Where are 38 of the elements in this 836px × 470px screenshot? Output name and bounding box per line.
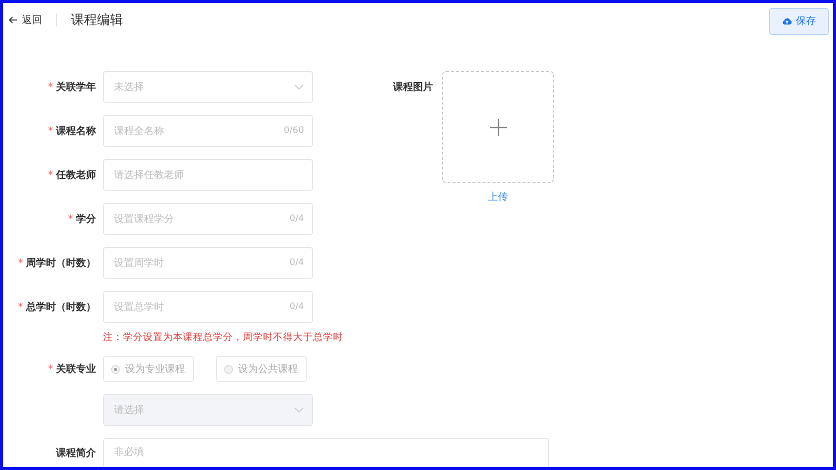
required-mark: * [18, 302, 23, 313]
input-field[interactable]: 设置总学时 0/4 [103, 291, 313, 323]
required-mark: * [48, 364, 53, 375]
required-mark: * [48, 126, 53, 137]
plus-icon [490, 118, 506, 136]
input-field[interactable]: 课程全名称 0/60 [103, 115, 313, 147]
field-label: * 任教老师 [47, 168, 96, 182]
hint-text: 注：学分设置为本课程总学分，周学时不得大于总学时 [103, 331, 343, 344]
image-upload-area[interactable] [442, 71, 554, 183]
cloud-upload-icon [782, 16, 792, 26]
field-label: * 总学时（时数） [17, 300, 96, 314]
back-button[interactable]: 返回 [8, 13, 42, 27]
field-label: * 关联专业 [47, 362, 96, 376]
required-mark: * [68, 214, 73, 225]
field-label: 课程图片 [393, 80, 433, 95]
char-counter: 0/4 [290, 214, 304, 224]
char-counter: 0/60 [284, 126, 304, 136]
field-label: * 学分 [67, 212, 96, 226]
field-label: * 关联学年 [47, 80, 96, 94]
field-label: 课程简介 [54, 446, 96, 460]
chevron-icon [294, 84, 304, 90]
input-field[interactable]: 设置周学时 0/4 [103, 247, 313, 279]
required-mark: * [48, 170, 53, 181]
back-arrow-icon [8, 15, 18, 25]
field-label: * 课程名称 [47, 124, 96, 138]
page-title: 课程编辑 [71, 12, 124, 29]
select-field[interactable]: 未选择 [103, 71, 313, 103]
textarea-field[interactable]: 非必填 [103, 438, 549, 467]
input-field[interactable]: 设置课程学分 0/4 [103, 203, 313, 235]
chevron-icon [294, 407, 304, 413]
char-counter: 0/4 [290, 302, 304, 312]
required-mark: * [18, 258, 23, 269]
required-mark: * [48, 82, 53, 93]
field-label: * 周学时（时数） [17, 256, 96, 270]
input-field[interactable]: 请选择任教老师 [103, 159, 313, 191]
char-counter: 0/4 [290, 258, 304, 268]
upload-link[interactable]: 上传 [488, 190, 508, 204]
save-button[interactable]: 保存 [769, 8, 829, 34]
